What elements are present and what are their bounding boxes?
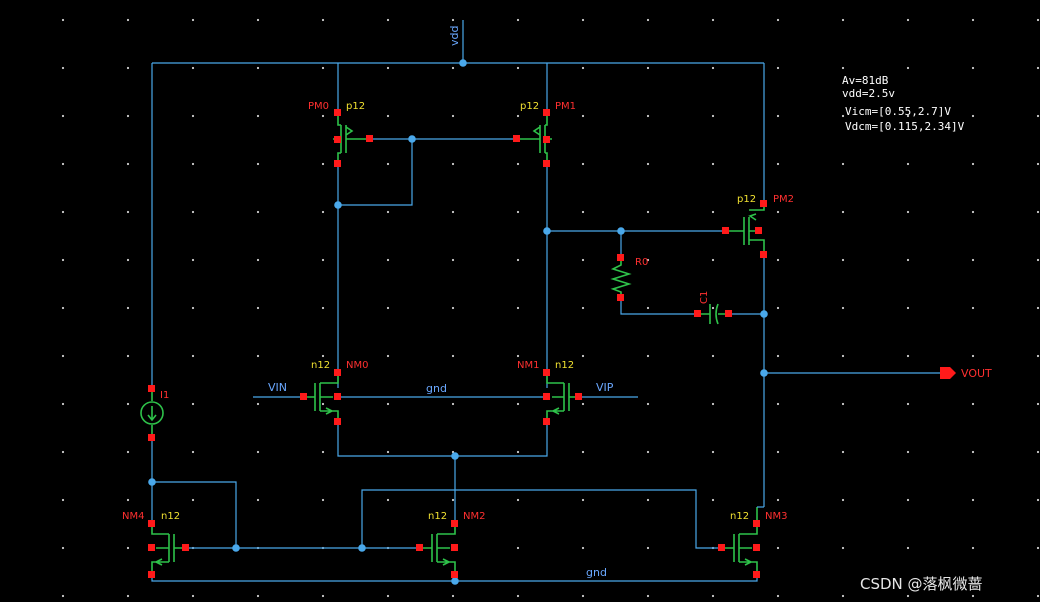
net-label-gnd-top: gnd: [426, 382, 447, 395]
net-label-vin: VIN: [268, 381, 287, 394]
c1-name: C1: [699, 291, 710, 304]
annotation-gain: Av=81dB: [842, 74, 889, 87]
nm3-model: n12: [730, 511, 749, 522]
nm2-model: n12: [428, 511, 447, 522]
net-label-vdd: vdd: [448, 26, 461, 46]
nm4-name: NM4: [122, 511, 144, 522]
annotation-vicm: Vicm=[0.55,2.7]V: [845, 105, 951, 118]
r0-name: R0: [635, 257, 648, 268]
nm1-model: n12: [555, 360, 574, 371]
nm3-name: NM3: [765, 511, 787, 522]
nm4-model: n12: [161, 511, 180, 522]
pm0-name: PM0: [308, 101, 329, 112]
nm1-name: NM1: [517, 360, 539, 371]
output-pin-vout[interactable]: VOUT: [940, 367, 992, 380]
i1-name: I1: [160, 390, 169, 401]
watermark-text: CSDN @落枫微蔷: [860, 575, 983, 593]
nm0-model: n12: [311, 360, 330, 371]
pm2-model: p12: [737, 194, 756, 205]
net-label-vip: VIP: [596, 381, 614, 394]
pm1-name: PM1: [555, 101, 576, 112]
nm0-name: NM0: [346, 360, 368, 371]
schematic-canvas[interactable]: PM0 p12 p12 PM1 p12 PM2 n12 NM0 NM1 n12 …: [0, 0, 1040, 602]
nm2-name: NM2: [463, 511, 485, 522]
annotation-supply: vdd=2.5v: [842, 87, 895, 100]
pm2-name: PM2: [773, 194, 794, 205]
pm1-model: p12: [520, 101, 539, 112]
annotation-vdcm: Vdcm=[0.115,2.34]V: [845, 120, 965, 133]
pm0-model: p12: [346, 101, 365, 112]
vout-label: VOUT: [961, 367, 992, 380]
net-label-gnd-bottom: gnd: [586, 566, 607, 579]
